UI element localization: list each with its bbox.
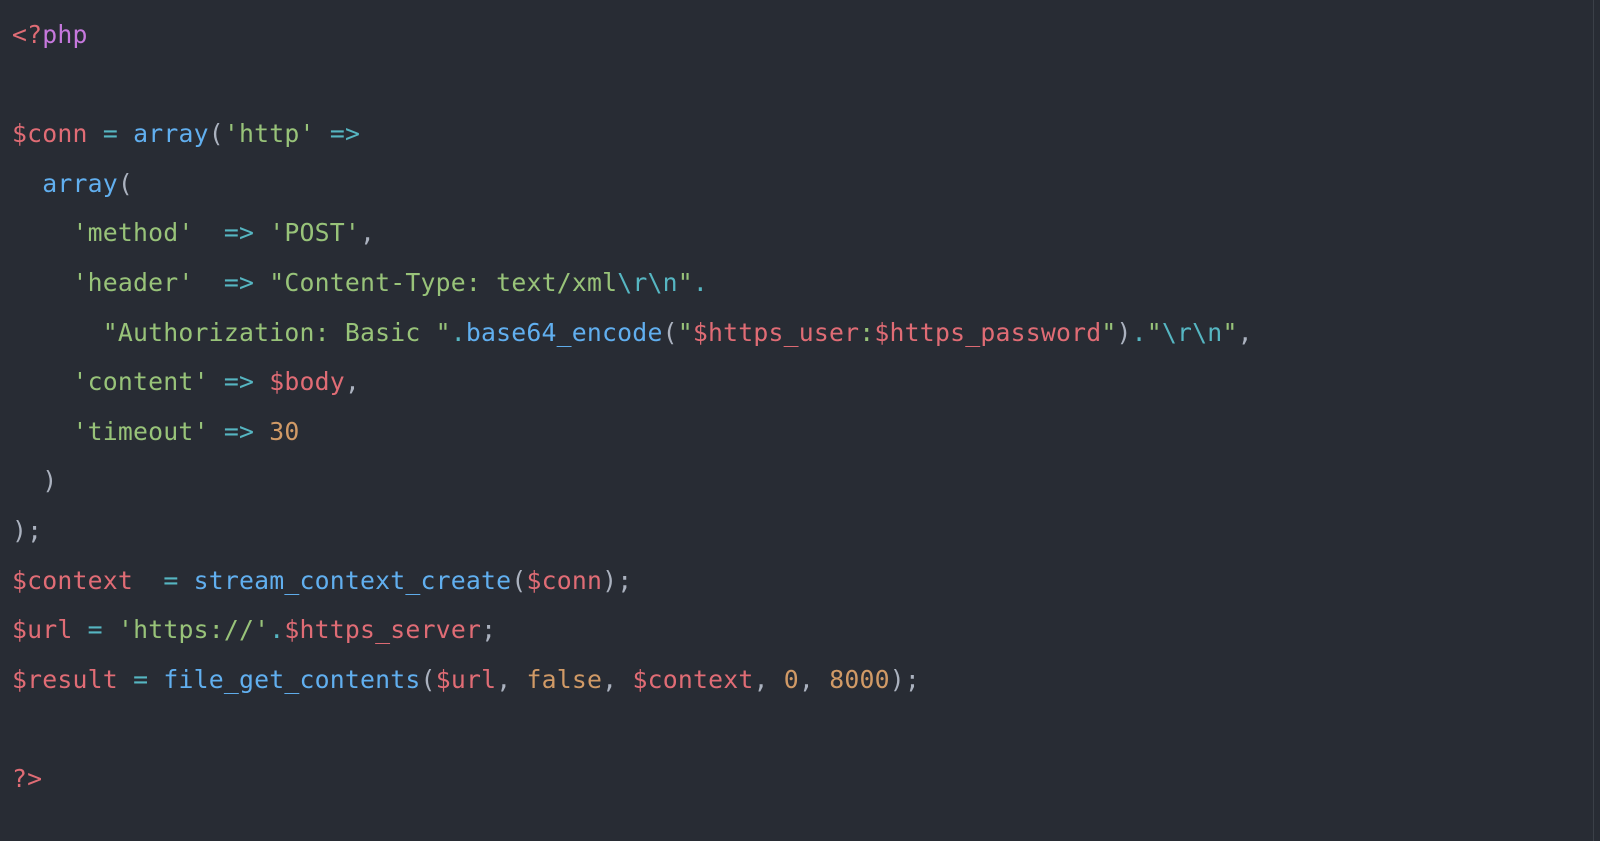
- code-line: ): [12, 466, 57, 495]
- code-line: 'header' => "Content-Type: text/xml\r\n"…: [12, 268, 708, 297]
- code-line: "Authorization: Basic ".base64_encode("$…: [12, 318, 1253, 347]
- php-close-tag: ?>: [12, 764, 42, 793]
- code-line: array(: [12, 169, 133, 198]
- code-line: $result = file_get_contents($url, false,…: [12, 665, 920, 694]
- code-line: );: [12, 516, 42, 545]
- code-line: 'timeout' => 30: [12, 417, 300, 446]
- code-line: $conn = array('http' =>: [12, 119, 360, 148]
- editor-ruler: [1593, 0, 1594, 841]
- code-line: $url = 'https://'.$https_server;: [12, 615, 496, 644]
- php-open-tag: <?php: [12, 20, 88, 49]
- code-line: 'method' => 'POST',: [12, 218, 375, 247]
- code-line: $context = stream_context_create($conn);: [12, 566, 632, 595]
- code-editor-content[interactable]: <?php $conn = array('http' => array( 'me…: [0, 0, 1600, 814]
- code-line: 'content' => $body,: [12, 367, 360, 396]
